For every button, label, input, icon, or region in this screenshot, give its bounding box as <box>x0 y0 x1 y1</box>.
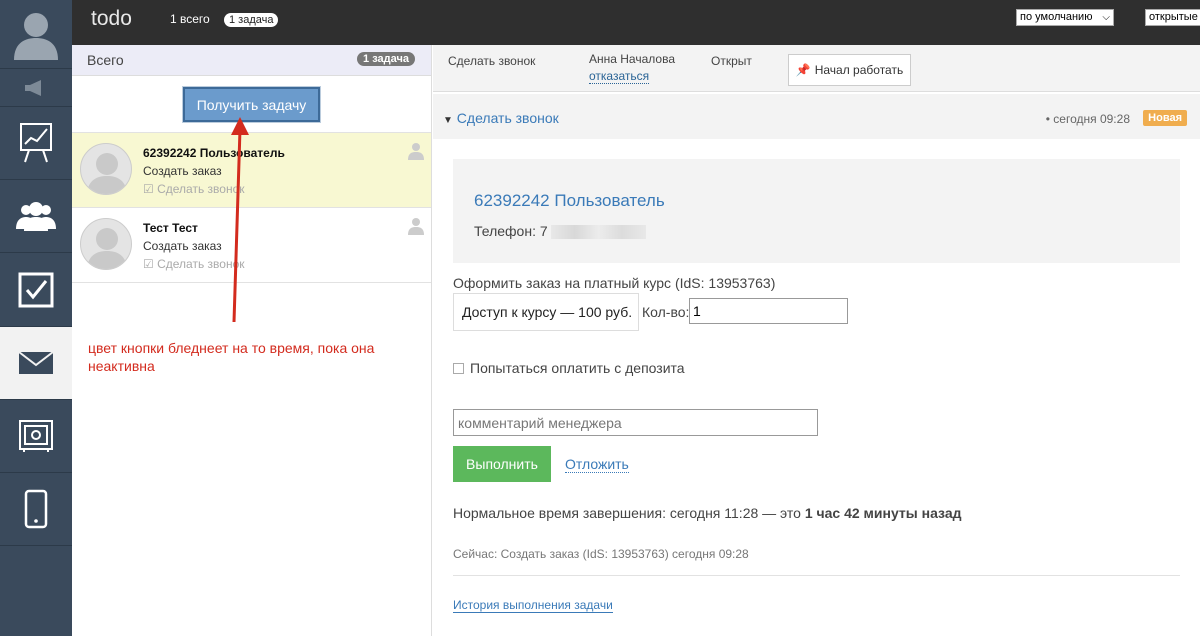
avatar-placeholder-icon <box>87 153 127 194</box>
normal-time-overdue: 1 час 42 минуты назад <box>804 505 962 521</box>
refuse-link[interactable]: отказаться <box>589 69 650 84</box>
rail-user-item[interactable] <box>0 0 72 69</box>
rail-tasks-item[interactable] <box>0 253 72 327</box>
megaphone-icon <box>25 79 41 96</box>
status-badge: Новая <box>1143 110 1187 126</box>
caret-down-icon: ▼ <box>443 115 453 126</box>
rail-mail-item[interactable] <box>0 327 72 400</box>
avatar-placeholder-icon <box>87 228 127 269</box>
course-item: Доступ к курсу — 100 руб. <box>453 293 639 331</box>
rail-phone-item[interactable] <box>0 473 72 546</box>
normal-time-text: Нормальное время завершения: сегодня 11:… <box>453 505 805 521</box>
rail-users-item[interactable] <box>0 180 72 253</box>
pin-icon: 📌 <box>795 63 811 77</box>
user-icon <box>14 13 58 60</box>
users-group-icon <box>16 202 56 231</box>
task-client-name: Тест Тест <box>143 221 198 235</box>
icon-rail <box>0 0 72 636</box>
filter-select-value: открытые <box>1149 11 1198 23</box>
chevron-down-icon: ⌵ <box>1102 12 1110 23</box>
deposit-option[interactable]: Попытаться оплатить с депозита <box>453 360 685 376</box>
start-work-label: Начал работать <box>814 63 904 77</box>
header-assignee: Анна Началова <box>589 52 675 66</box>
task-section-title-label: Сделать звонок <box>456 110 559 126</box>
checkbox-small-icon: ☑ <box>143 182 154 196</box>
deposit-checkbox[interactable] <box>453 362 464 374</box>
task-detail-panel: Сделать звонок Анна Началова отказаться … <box>433 45 1200 636</box>
annotation-note: цвет кнопки бледнеет на то время, пока о… <box>88 340 375 374</box>
order-label: Оформить заказ на платный курс (IdS: 139… <box>453 275 776 291</box>
sort-select[interactable]: по умолчанию ⌵ <box>1016 9 1114 26</box>
app-title: todo <box>91 7 132 30</box>
client-name-link[interactable]: 62392242 Пользователь <box>474 191 665 211</box>
avatar <box>80 218 132 270</box>
header-status: Открыт <box>711 54 752 68</box>
quantity-label: Кол-во: <box>642 304 690 320</box>
task-section-time: • сегодня 09:28 <box>1045 112 1130 126</box>
task-section-bar[interactable]: ▼ Сделать звонок • сегодня 09:28 Новая <box>433 94 1200 139</box>
divider <box>453 575 1180 576</box>
rail-safe-item[interactable] <box>0 400 72 473</box>
assignee-user-icon <box>408 218 424 235</box>
annotation-arrow-icon <box>231 117 249 323</box>
current-step-line: Сейчас: Создать заказ (IdS: 13953763) се… <box>453 547 749 561</box>
client-phone: Телефон: 7 <box>474 223 646 240</box>
task-history-link[interactable]: История выполнения задачи <box>453 598 613 613</box>
deposit-label: Попытаться оплатить с депозита <box>470 360 685 376</box>
top-bar: todo 1 всего 1 задача по умолчанию ⌵ отк… <box>72 0 1200 45</box>
safe-icon <box>19 420 53 452</box>
execute-button[interactable]: Выполнить <box>453 446 551 482</box>
task-count-badge: 1 задача <box>224 11 279 27</box>
client-phone-label: Телефон: 7 <box>474 223 548 239</box>
task-list-count-badge: 1 задача <box>357 52 415 66</box>
phone-blurred-digits <box>550 225 646 240</box>
phone-icon <box>24 489 48 529</box>
sort-select-value: по умолчанию <box>1020 11 1093 23</box>
avatar <box>80 143 132 195</box>
rail-megaphone-item[interactable] <box>0 69 72 107</box>
manager-comment-input[interactable] <box>453 409 818 436</box>
checkbox-small-icon: ☑ <box>143 257 154 271</box>
filter-select[interactable]: открытые <box>1145 9 1200 26</box>
normal-completion-time: Нормальное время завершения: сегодня 11:… <box>453 505 962 521</box>
client-info-box: 62392242 Пользователь Телефон: 7 <box>453 159 1180 263</box>
task-count-label: 1 задача <box>224 13 279 27</box>
header-task-type: Сделать звонок <box>448 54 536 68</box>
assignee-user-icon <box>408 143 424 160</box>
chart-board-icon <box>20 123 52 163</box>
task-action: Создать заказ <box>143 239 222 253</box>
task-list-title: Всего <box>87 52 124 68</box>
task-list-header: Всего 1 задача <box>72 45 431 76</box>
task-detail-header: Сделать звонок Анна Началова отказаться … <box>433 45 1200 92</box>
total-count: 1 всего <box>170 12 210 26</box>
quantity-field[interactable] <box>689 298 848 324</box>
rail-chart-item[interactable] <box>0 107 72 180</box>
postpone-link[interactable]: Отложить <box>565 456 629 473</box>
task-list-panel: Всего 1 задача Получить задачу 62392242 … <box>72 45 432 636</box>
envelope-icon <box>18 351 54 374</box>
task-client-name: 62392242 Пользователь <box>143 146 285 160</box>
task-action: Создать заказ <box>143 164 222 178</box>
checkbox-icon <box>18 272 54 307</box>
start-work-button[interactable]: 📌 Начал работать <box>788 54 911 86</box>
task-section-title[interactable]: ▼ Сделать звонок <box>443 110 559 126</box>
